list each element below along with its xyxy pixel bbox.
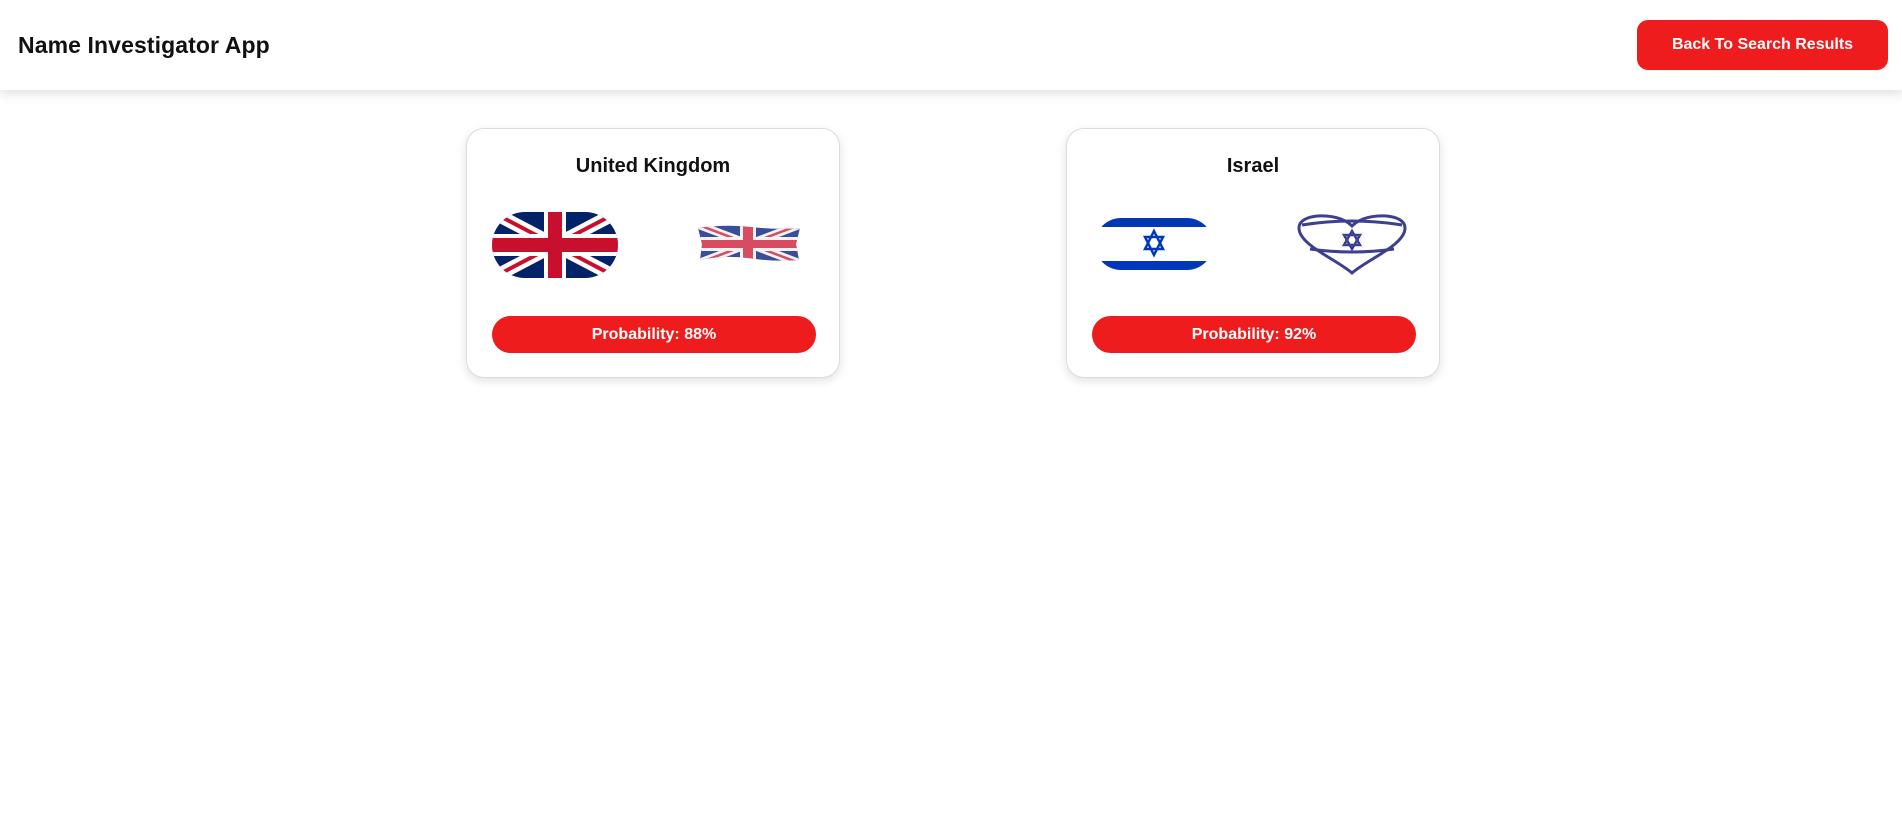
- back-to-search-results-button[interactable]: Back To Search Results: [1637, 20, 1888, 70]
- app-title: Name Investigator App: [18, 31, 270, 58]
- uk-flag-pill-icon: [492, 212, 618, 278]
- israel-flag-heart-icon: [1297, 214, 1407, 275]
- uk-flag-wavy-icon: [698, 225, 800, 261]
- country-name: United Kingdom: [575, 155, 731, 177]
- app-header: Name Investigator App Back To Search Res…: [0, 0, 1902, 90]
- country-card-israel: Israel Probability: 92%: [1066, 128, 1440, 378]
- country-name: Israel: [1226, 155, 1280, 177]
- country-card-united-kingdom: United Kingdom Probability: 88%: [466, 128, 840, 378]
- probability-badge: Probability: 88%: [492, 316, 816, 353]
- israel-flag-pill-icon: [1095, 218, 1213, 270]
- probability-badge: Probability: 92%: [1092, 316, 1416, 353]
